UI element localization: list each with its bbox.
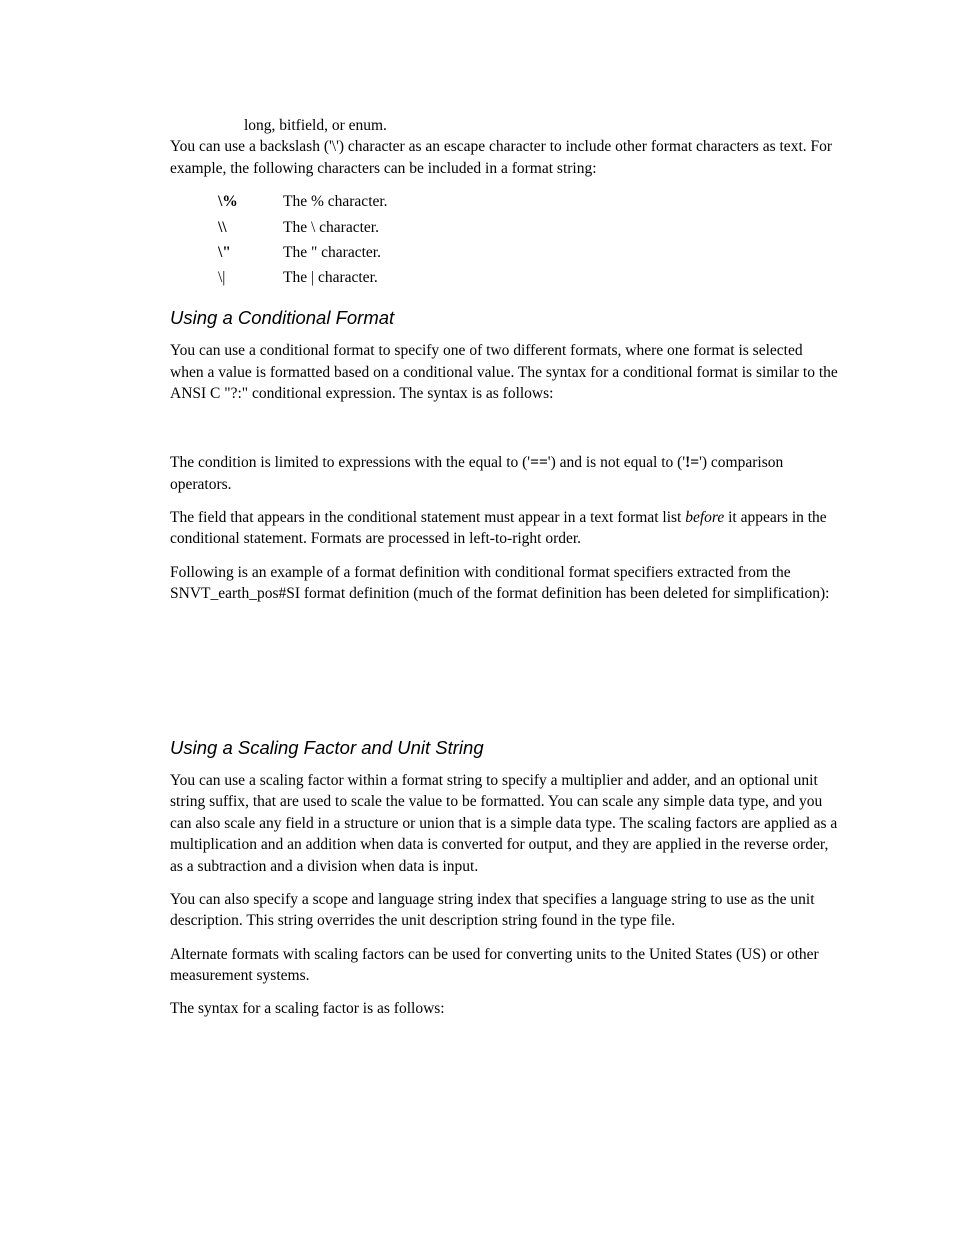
- paragraph: You can use a scaling factor within a fo…: [170, 770, 839, 877]
- escape-key: \%: [218, 191, 283, 212]
- paragraph: Following is an example of a format defi…: [170, 562, 839, 605]
- heading-scaling-factor: Using a Scaling Factor and Unit String: [170, 735, 839, 761]
- paragraph: The field that appears in the conditiona…: [170, 507, 839, 550]
- escape-val: The " character.: [283, 242, 839, 263]
- blank-space: [170, 617, 839, 719]
- escape-key: \|: [218, 267, 283, 288]
- escape-val: The % character.: [283, 191, 839, 212]
- escape-row: \" The " character.: [218, 242, 839, 263]
- operator-equal: ==: [530, 454, 548, 471]
- escape-val: The \ character.: [283, 217, 839, 238]
- escape-row: \| The | character.: [218, 267, 839, 288]
- paragraph-escape-intro: You can use a backslash ('\') character …: [170, 136, 839, 179]
- escape-table: \% The % character. \\ The \ character. …: [218, 191, 839, 289]
- heading-conditional-format: Using a Conditional Format: [170, 305, 839, 331]
- paragraph: You can use a conditional format to spec…: [170, 340, 839, 404]
- fragment-line: long, bitfield, or enum.: [244, 115, 839, 136]
- document-page: long, bitfield, or enum. You can use a b…: [0, 0, 954, 1235]
- text-span: ') and is not equal to (': [548, 454, 685, 471]
- text-span: The condition is limited to expressions …: [170, 454, 530, 471]
- text-span: The field that appears in the conditiona…: [170, 509, 685, 526]
- escape-key: \": [218, 242, 283, 263]
- operator-not-equal: !=: [685, 454, 699, 471]
- escape-row: \% The % character.: [218, 191, 839, 212]
- paragraph: Alternate formats with scaling factors c…: [170, 944, 839, 987]
- blank-space: [170, 416, 839, 452]
- paragraph: You can also specify a scope and languag…: [170, 889, 839, 932]
- escape-key: \\: [218, 217, 283, 238]
- paragraph: The condition is limited to expressions …: [170, 452, 839, 495]
- escape-row: \\ The \ character.: [218, 217, 839, 238]
- paragraph: The syntax for a scaling factor is as fo…: [170, 998, 839, 1019]
- escape-val: The | character.: [283, 267, 839, 288]
- emphasis-before: before: [685, 509, 724, 526]
